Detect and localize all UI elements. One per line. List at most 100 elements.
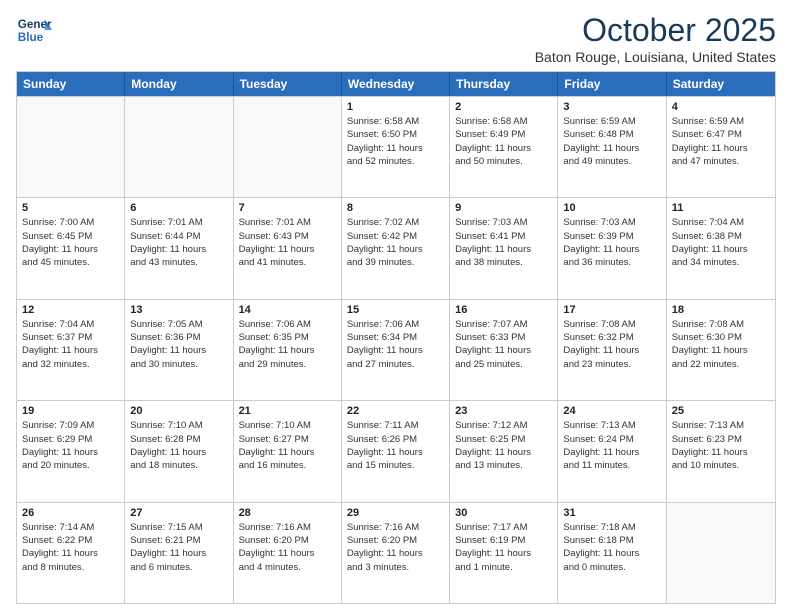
day-of-week-thursday: Thursday — [450, 72, 558, 96]
day-cell-24: 24 Sunrise: 7:13 AM Sunset: 6:24 PM Dayli… — [558, 401, 666, 501]
day-of-week-friday: Friday — [558, 72, 666, 96]
day-cell-13: 13 Sunrise: 7:05 AM Sunset: 6:36 PM Dayli… — [125, 300, 233, 400]
day-cell-16: 16 Sunrise: 7:07 AM Sunset: 6:33 PM Dayli… — [450, 300, 558, 400]
day-cell-4: 4 Sunrise: 6:59 AM Sunset: 6:47 PM Daylig… — [667, 97, 775, 197]
day-number-5: 5 — [22, 202, 119, 214]
day-cell-2: 2 Sunrise: 6:58 AM Sunset: 6:49 PM Daylig… — [450, 97, 558, 197]
day-number-10: 10 — [563, 202, 660, 214]
calendar-header: SundayMondayTuesdayWednesdayThursdayFrid… — [17, 72, 775, 96]
day-cell-18: 18 Sunrise: 7:08 AM Sunset: 6:30 PM Dayli… — [667, 300, 775, 400]
day-number-2: 2 — [455, 101, 552, 113]
day-cell-26: 26 Sunrise: 7:14 AM Sunset: 6:22 PM Dayli… — [17, 503, 125, 603]
day-cell-19: 19Sunrise: 7:09 AM Sunset: 6:29 PM Dayli… — [17, 401, 125, 501]
day-number-4: 4 — [672, 101, 770, 113]
day-number-8: 8 — [347, 202, 444, 214]
day-info-30: Sunrise: 7:17 AM Sunset: 6:19 PM Dayligh… — [455, 521, 552, 574]
day-cell-3: 3Sunrise: 6:59 AM Sunset: 6:48 PM Daylig… — [558, 97, 666, 197]
day-number-28: 28 — [239, 507, 336, 519]
day-info-10: Sunrise: 7:03 AM Sunset: 6:39 PM Dayligh… — [563, 216, 660, 269]
day-info-29: Sunrise: 7:16 AM Sunset: 6:20 PM Dayligh… — [347, 521, 444, 574]
day-cell-17: 17 Sunrise: 7:08 AM Sunset: 6:32 PM Dayli… — [558, 300, 666, 400]
day-info-25: Sunrise: 7:13 AM Sunset: 6:23 PM Dayligh… — [672, 419, 770, 472]
day-info-26: Sunrise: 7:14 AM Sunset: 6:22 PM Dayligh… — [22, 521, 119, 574]
day-number-23: 23 — [455, 405, 552, 417]
day-number-25: 25 — [672, 405, 770, 417]
day-info-6: Sunrise: 7:01 AM Sunset: 6:44 PM Dayligh… — [130, 216, 227, 269]
empty-cell — [17, 97, 125, 197]
day-cell-22: 22Sunrise: 7:11 AM Sunset: 6:26 PM Dayli… — [342, 401, 450, 501]
calendar-row-4: 26 Sunrise: 7:14 AM Sunset: 6:22 PM Dayli… — [17, 502, 775, 603]
day-info-16: Sunrise: 7:07 AM Sunset: 6:33 PM Dayligh… — [455, 318, 552, 371]
day-info-7: Sunrise: 7:01 AM Sunset: 6:43 PM Dayligh… — [239, 216, 336, 269]
day-cell-28: 28Sunrise: 7:16 AM Sunset: 6:20 PM Dayli… — [234, 503, 342, 603]
calendar-row-0: 1 Sunrise: 6:58 AM Sunset: 6:50 PM Daylig… — [17, 96, 775, 197]
logo-icon: General Blue — [16, 12, 52, 48]
day-info-18: Sunrise: 7:08 AM Sunset: 6:30 PM Dayligh… — [672, 318, 770, 371]
day-info-13: Sunrise: 7:05 AM Sunset: 6:36 PM Dayligh… — [130, 318, 227, 371]
day-number-26: 26 — [22, 507, 119, 519]
day-number-11: 11 — [672, 202, 770, 214]
day-number-17: 17 — [563, 304, 660, 316]
day-info-17: Sunrise: 7:08 AM Sunset: 6:32 PM Dayligh… — [563, 318, 660, 371]
logo: General Blue — [16, 12, 56, 48]
day-number-27: 27 — [130, 507, 227, 519]
day-cell-5: 5 Sunrise: 7:00 AM Sunset: 6:45 PM Daylig… — [17, 198, 125, 298]
calendar-row-2: 12 Sunrise: 7:04 AM Sunset: 6:37 PM Dayli… — [17, 299, 775, 400]
calendar-body: 1 Sunrise: 6:58 AM Sunset: 6:50 PM Daylig… — [17, 96, 775, 603]
day-info-8: Sunrise: 7:02 AM Sunset: 6:42 PM Dayligh… — [347, 216, 444, 269]
day-info-23: Sunrise: 7:12 AM Sunset: 6:25 PM Dayligh… — [455, 419, 552, 472]
day-info-21: Sunrise: 7:10 AM Sunset: 6:27 PM Dayligh… — [239, 419, 336, 472]
calendar-row-1: 5 Sunrise: 7:00 AM Sunset: 6:45 PM Daylig… — [17, 197, 775, 298]
day-cell-21: 21Sunrise: 7:10 AM Sunset: 6:27 PM Dayli… — [234, 401, 342, 501]
location: Baton Rouge, Louisiana, United States — [535, 49, 776, 65]
day-number-13: 13 — [130, 304, 227, 316]
month-title: October 2025 — [535, 12, 776, 49]
day-info-3: Sunrise: 6:59 AM Sunset: 6:48 PM Dayligh… — [563, 115, 660, 168]
day-of-week-wednesday: Wednesday — [342, 72, 450, 96]
day-number-15: 15 — [347, 304, 444, 316]
day-of-week-monday: Monday — [125, 72, 233, 96]
day-info-22: Sunrise: 7:11 AM Sunset: 6:26 PM Dayligh… — [347, 419, 444, 472]
day-number-16: 16 — [455, 304, 552, 316]
day-cell-8: 8 Sunrise: 7:02 AM Sunset: 6:42 PM Daylig… — [342, 198, 450, 298]
empty-cell — [125, 97, 233, 197]
day-info-27: Sunrise: 7:15 AM Sunset: 6:21 PM Dayligh… — [130, 521, 227, 574]
day-cell-30: 30Sunrise: 7:17 AM Sunset: 6:19 PM Dayli… — [450, 503, 558, 603]
day-cell-23: 23 Sunrise: 7:12 AM Sunset: 6:25 PM Dayli… — [450, 401, 558, 501]
day-number-9: 9 — [455, 202, 552, 214]
day-cell-14: 14Sunrise: 7:06 AM Sunset: 6:35 PM Dayli… — [234, 300, 342, 400]
day-number-14: 14 — [239, 304, 336, 316]
day-cell-12: 12 Sunrise: 7:04 AM Sunset: 6:37 PM Dayli… — [17, 300, 125, 400]
empty-cell — [667, 503, 775, 603]
day-info-5: Sunrise: 7:00 AM Sunset: 6:45 PM Dayligh… — [22, 216, 119, 269]
day-info-24: Sunrise: 7:13 AM Sunset: 6:24 PM Dayligh… — [563, 419, 660, 472]
day-cell-6: 6Sunrise: 7:01 AM Sunset: 6:44 PM Daylig… — [125, 198, 233, 298]
day-cell-11: 11 Sunrise: 7:04 AM Sunset: 6:38 PM Dayli… — [667, 198, 775, 298]
day-info-2: Sunrise: 6:58 AM Sunset: 6:49 PM Dayligh… — [455, 115, 552, 168]
day-number-24: 24 — [563, 405, 660, 417]
svg-text:Blue: Blue — [18, 31, 44, 44]
day-cell-10: 10 Sunrise: 7:03 AM Sunset: 6:39 PM Dayli… — [558, 198, 666, 298]
day-info-4: Sunrise: 6:59 AM Sunset: 6:47 PM Dayligh… — [672, 115, 770, 168]
title-area: October 2025 Baton Rouge, Louisiana, Uni… — [535, 12, 776, 65]
page: General Blue October 2025 Baton Rouge, L… — [0, 0, 792, 612]
empty-cell — [234, 97, 342, 197]
day-info-12: Sunrise: 7:04 AM Sunset: 6:37 PM Dayligh… — [22, 318, 119, 371]
day-of-week-sunday: Sunday — [17, 72, 125, 96]
day-info-15: Sunrise: 7:06 AM Sunset: 6:34 PM Dayligh… — [347, 318, 444, 371]
day-info-11: Sunrise: 7:04 AM Sunset: 6:38 PM Dayligh… — [672, 216, 770, 269]
header: General Blue October 2025 Baton Rouge, L… — [16, 12, 776, 65]
day-of-week-tuesday: Tuesday — [234, 72, 342, 96]
day-info-1: Sunrise: 6:58 AM Sunset: 6:50 PM Dayligh… — [347, 115, 444, 168]
day-number-19: 19 — [22, 405, 119, 417]
day-cell-20: 20Sunrise: 7:10 AM Sunset: 6:28 PM Dayli… — [125, 401, 233, 501]
day-number-12: 12 — [22, 304, 119, 316]
day-number-18: 18 — [672, 304, 770, 316]
day-cell-7: 7Sunrise: 7:01 AM Sunset: 6:43 PM Daylig… — [234, 198, 342, 298]
day-cell-29: 29Sunrise: 7:16 AM Sunset: 6:20 PM Dayli… — [342, 503, 450, 603]
day-cell-1: 1 Sunrise: 6:58 AM Sunset: 6:50 PM Daylig… — [342, 97, 450, 197]
day-cell-15: 15 Sunrise: 7:06 AM Sunset: 6:34 PM Dayli… — [342, 300, 450, 400]
day-cell-31: 31Sunrise: 7:18 AM Sunset: 6:18 PM Dayli… — [558, 503, 666, 603]
day-number-1: 1 — [347, 101, 444, 113]
day-cell-27: 27 Sunrise: 7:15 AM Sunset: 6:21 PM Dayli… — [125, 503, 233, 603]
